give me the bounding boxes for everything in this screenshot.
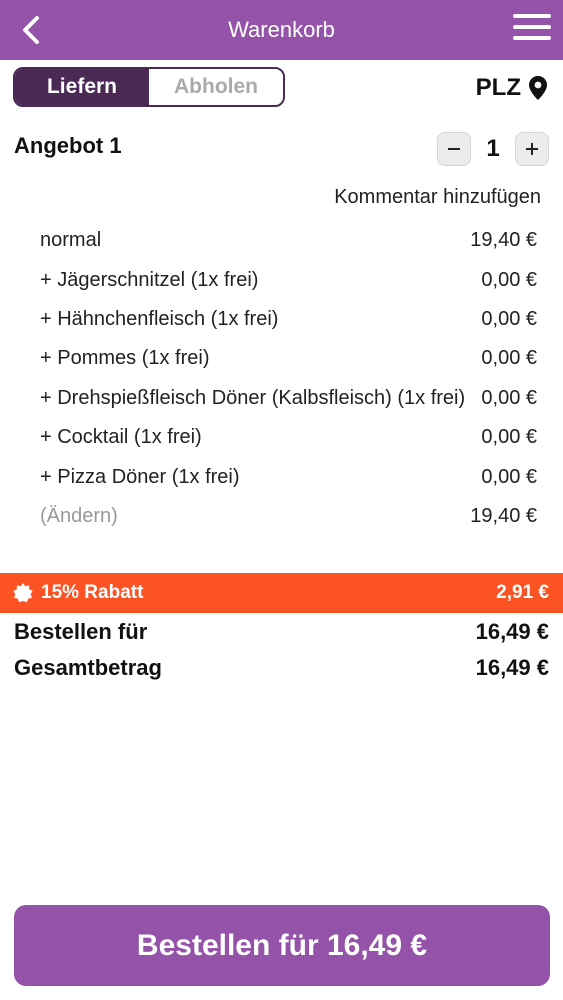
menu-button[interactable] (513, 14, 551, 44)
list-item: + Drehspießfleisch Döner (Kalbsfleisch) … (40, 379, 537, 418)
line-price: 0,00 € (481, 347, 537, 370)
list-item: + Hähnchenfleisch (1x frei) 0,00 € (40, 300, 537, 339)
line-name: + Hähnchenfleisch (1x frei) (40, 307, 279, 330)
add-comment-link[interactable]: Kommentar hinzufügen (334, 186, 541, 209)
line-name: normal (40, 229, 102, 252)
line-name: + Pommes (1x frei) (40, 347, 210, 370)
list-item: + Pommes (1x frei) 0,00 € (40, 339, 537, 378)
order-for-row: Bestellen für 16,49 € (14, 619, 549, 645)
item-subtotal: 19,40 € (470, 504, 537, 527)
change-link[interactable]: (Ändern) (40, 505, 118, 528)
list-item: + Cocktail (1x frei) 0,00 € (40, 418, 537, 457)
quantity-value: 1 (486, 135, 500, 162)
app-header: Warenkorb (0, 0, 563, 60)
list-item: + Jägerschnitzel (1x frei) 0,00 € (40, 260, 537, 299)
order-for-value: 16,49 € (475, 619, 549, 644)
discount-banner: 15% Rabatt 2,91 € (0, 573, 563, 613)
line-price: 0,00 € (481, 465, 537, 488)
plz-label: PLZ (475, 74, 521, 101)
line-name: + Jägerschnitzel (1x frei) (40, 268, 259, 291)
minus-icon (448, 148, 460, 150)
quantity-stepper: 1 (437, 132, 549, 166)
line-name: + Drehspießfleisch Döner (Kalbsfleisch) … (40, 386, 466, 409)
line-price: 0,00 € (481, 386, 537, 409)
decrease-button[interactable] (437, 132, 471, 166)
cart-item-title: Angebot 1 (14, 133, 122, 158)
delivery-toggle: Liefern Abholen (13, 67, 285, 107)
line-price: 0,00 € (481, 307, 537, 330)
total-label: Gesamtbetrag (14, 655, 162, 680)
line-name: + Pizza Döner (1x frei) (40, 465, 240, 488)
discount-badge-icon (13, 583, 33, 603)
change-row: (Ändern) 19,40 € (40, 497, 537, 536)
plus-icon (526, 143, 538, 155)
tab-abholen[interactable]: Abholen (149, 69, 283, 105)
total-value: 16,49 € (475, 655, 549, 680)
line-price: 0,00 € (481, 426, 537, 449)
line-price: 19,40 € (470, 229, 537, 252)
discount-amount: 2,91 € (496, 582, 549, 603)
total-row: Gesamtbetrag 16,49 € (14, 655, 549, 681)
order-button[interactable]: Bestellen für 16,49 € (14, 905, 550, 986)
list-item: normal 19,40 € (40, 221, 537, 260)
cart-item-lines: normal 19,40 € + Jägerschnitzel (1x frei… (40, 221, 537, 536)
page-title: Warenkorb (228, 17, 335, 42)
line-name: + Cocktail (1x frei) (40, 426, 202, 449)
hamburger-icon (513, 14, 551, 18)
line-price: 0,00 € (481, 268, 537, 291)
location-pin-icon (529, 76, 547, 100)
list-item: + Pizza Döner (1x frei) 0,00 € (40, 457, 537, 496)
discount-label: 15% Rabatt (41, 582, 144, 603)
tab-liefern[interactable]: Liefern (15, 69, 149, 105)
increase-button[interactable] (515, 132, 549, 166)
order-for-label: Bestellen für (14, 619, 148, 644)
postal-code-button[interactable]: PLZ (476, 72, 547, 104)
